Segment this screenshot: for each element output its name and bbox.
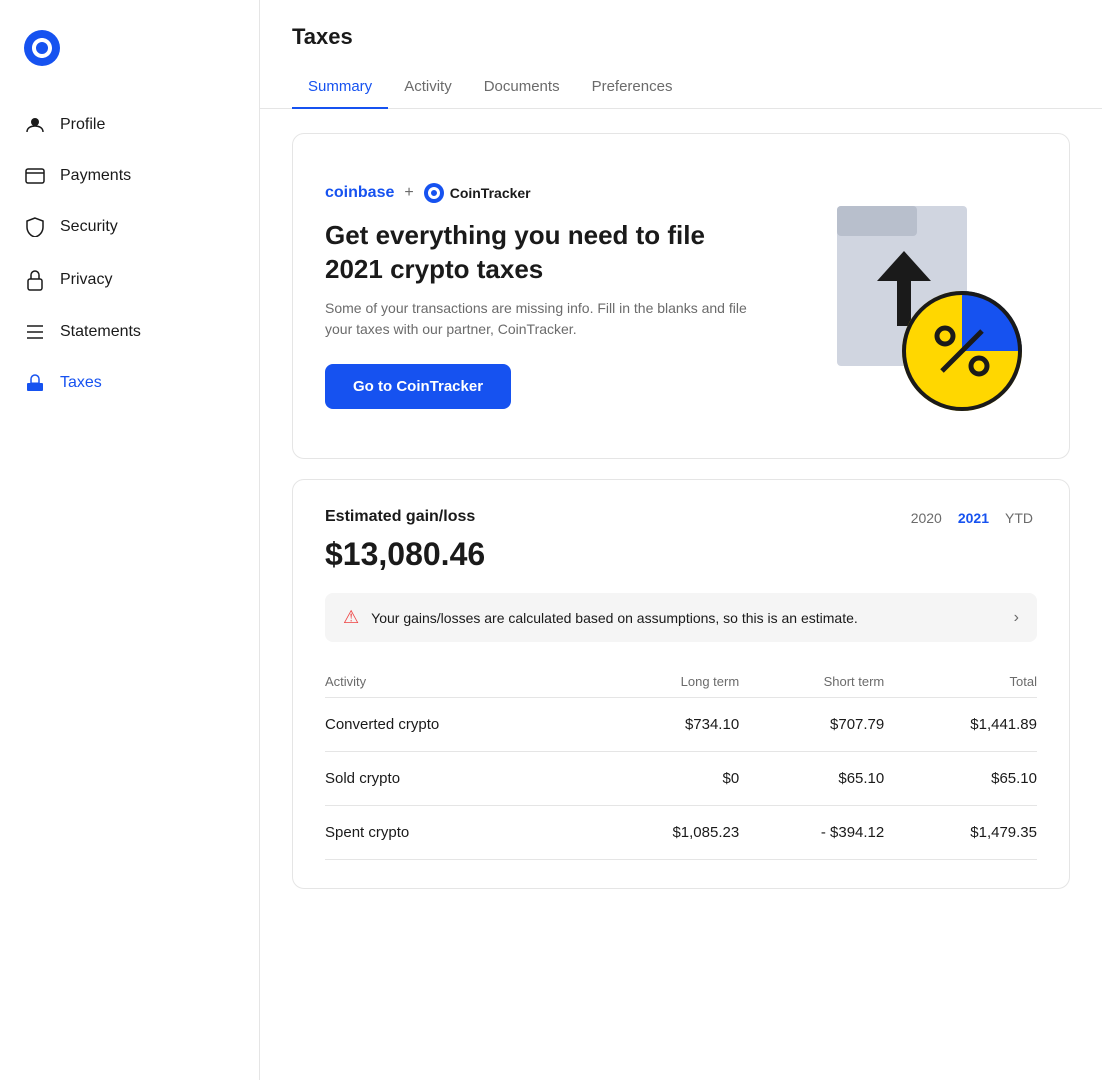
sidebar: Profile Payments Security Privacy Statem… — [0, 0, 260, 1080]
notice-warning-icon: ⚠ — [343, 607, 359, 628]
estimate-notice[interactable]: ⚠ Your gains/losses are calculated based… — [325, 593, 1037, 642]
sidebar-item-label: Payments — [60, 167, 131, 185]
year-2020-button[interactable]: 2020 — [907, 508, 946, 528]
table-row: Sold crypto $0 $65.10 $65.10 — [325, 752, 1037, 806]
page-content: coinbase + CoinTracker Get everything yo… — [260, 109, 1102, 913]
coinbase-logo-icon — [24, 30, 60, 66]
cell-total: $1,441.89 — [884, 698, 1037, 752]
sidebar-item-payments[interactable]: Payments — [0, 153, 259, 199]
payments-icon — [24, 168, 46, 184]
gain-loss-card: Estimated gain/loss 2020 2021 YTD $13,08… — [292, 479, 1070, 889]
page-title: Taxes — [292, 24, 1070, 50]
taxes-illustration-icon — [777, 166, 1037, 426]
sidebar-item-privacy[interactable]: Privacy — [0, 255, 259, 305]
year-ytd-button[interactable]: YTD — [1001, 508, 1037, 528]
table-header-row: Activity Long term Short term Total — [325, 666, 1037, 698]
promo-brand: coinbase + CoinTracker — [325, 183, 757, 203]
promo-card: coinbase + CoinTracker Get everything yo… — [292, 133, 1070, 459]
cell-short-term: - $394.12 — [739, 806, 884, 860]
statements-icon — [24, 323, 46, 341]
tab-preferences[interactable]: Preferences — [576, 66, 689, 109]
sidebar-item-label: Profile — [60, 116, 105, 134]
sidebar-item-statements[interactable]: Statements — [0, 309, 259, 355]
notice-chevron-icon: › — [1014, 609, 1019, 627]
activity-table: Activity Long term Short term Total Conv… — [325, 666, 1037, 860]
promo-plus-icon: + — [404, 184, 413, 202]
sidebar-item-label: Privacy — [60, 271, 112, 289]
year-selector: 2020 2021 YTD — [907, 508, 1037, 528]
gain-loss-label: Estimated gain/loss — [325, 508, 475, 526]
cell-total: $65.10 — [884, 752, 1037, 806]
promo-title: Get everything you need to file 2021 cry… — [325, 219, 757, 287]
gain-loss-header: Estimated gain/loss 2020 2021 YTD — [325, 508, 1037, 528]
sidebar-item-label: Security — [60, 218, 118, 236]
cell-long-term: $0 — [586, 752, 739, 806]
cell-total: $1,479.35 — [884, 806, 1037, 860]
col-activity: Activity — [325, 666, 586, 698]
page-header: Taxes Summary Activity Documents Prefere… — [260, 0, 1102, 109]
security-icon — [24, 217, 46, 237]
profile-icon — [24, 115, 46, 135]
col-short-term: Short term — [739, 666, 884, 698]
year-2021-button[interactable]: 2021 — [954, 508, 993, 528]
cointracker-brand-label: CoinTracker — [424, 183, 531, 203]
promo-description: Some of your transactions are missing in… — [325, 298, 757, 340]
gain-loss-amount: $13,080.46 — [325, 536, 1037, 573]
cell-activity: Converted crypto — [325, 698, 586, 752]
col-long-term: Long term — [586, 666, 739, 698]
col-total: Total — [884, 666, 1037, 698]
sidebar-navigation: Profile Payments Security Privacy Statem… — [0, 101, 259, 407]
cointracker-logo-icon — [424, 183, 444, 203]
taxes-icon — [24, 373, 46, 393]
sidebar-logo[interactable] — [0, 20, 259, 101]
cell-short-term: $707.79 — [739, 698, 884, 752]
coinbase-brand-label: coinbase — [325, 184, 394, 202]
tab-activity[interactable]: Activity — [388, 66, 468, 109]
sidebar-item-taxes[interactable]: Taxes — [0, 359, 259, 407]
sidebar-item-profile[interactable]: Profile — [0, 101, 259, 149]
notice-text: Your gains/losses are calculated based o… — [371, 610, 1002, 626]
sidebar-item-label: Taxes — [60, 374, 102, 392]
table-row: Converted crypto $734.10 $707.79 $1,441.… — [325, 698, 1037, 752]
privacy-icon — [24, 269, 46, 291]
cell-activity: Spent crypto — [325, 806, 586, 860]
main-content: Taxes Summary Activity Documents Prefere… — [260, 0, 1102, 1080]
tab-summary[interactable]: Summary — [292, 66, 388, 109]
cell-long-term: $734.10 — [586, 698, 739, 752]
cell-activity: Sold crypto — [325, 752, 586, 806]
go-to-cointracker-button[interactable]: Go to CoinTracker — [325, 364, 511, 409]
cell-long-term: $1,085.23 — [586, 806, 739, 860]
promo-content: coinbase + CoinTracker Get everything yo… — [325, 183, 757, 410]
table-row: Spent crypto $1,085.23 - $394.12 $1,479.… — [325, 806, 1037, 860]
promo-illustration — [777, 166, 1037, 426]
sidebar-item-label: Statements — [60, 323, 141, 341]
tab-documents[interactable]: Documents — [468, 66, 576, 109]
sidebar-item-security[interactable]: Security — [0, 203, 259, 251]
tab-bar: Summary Activity Documents Preferences — [292, 66, 1070, 108]
cell-short-term: $65.10 — [739, 752, 884, 806]
